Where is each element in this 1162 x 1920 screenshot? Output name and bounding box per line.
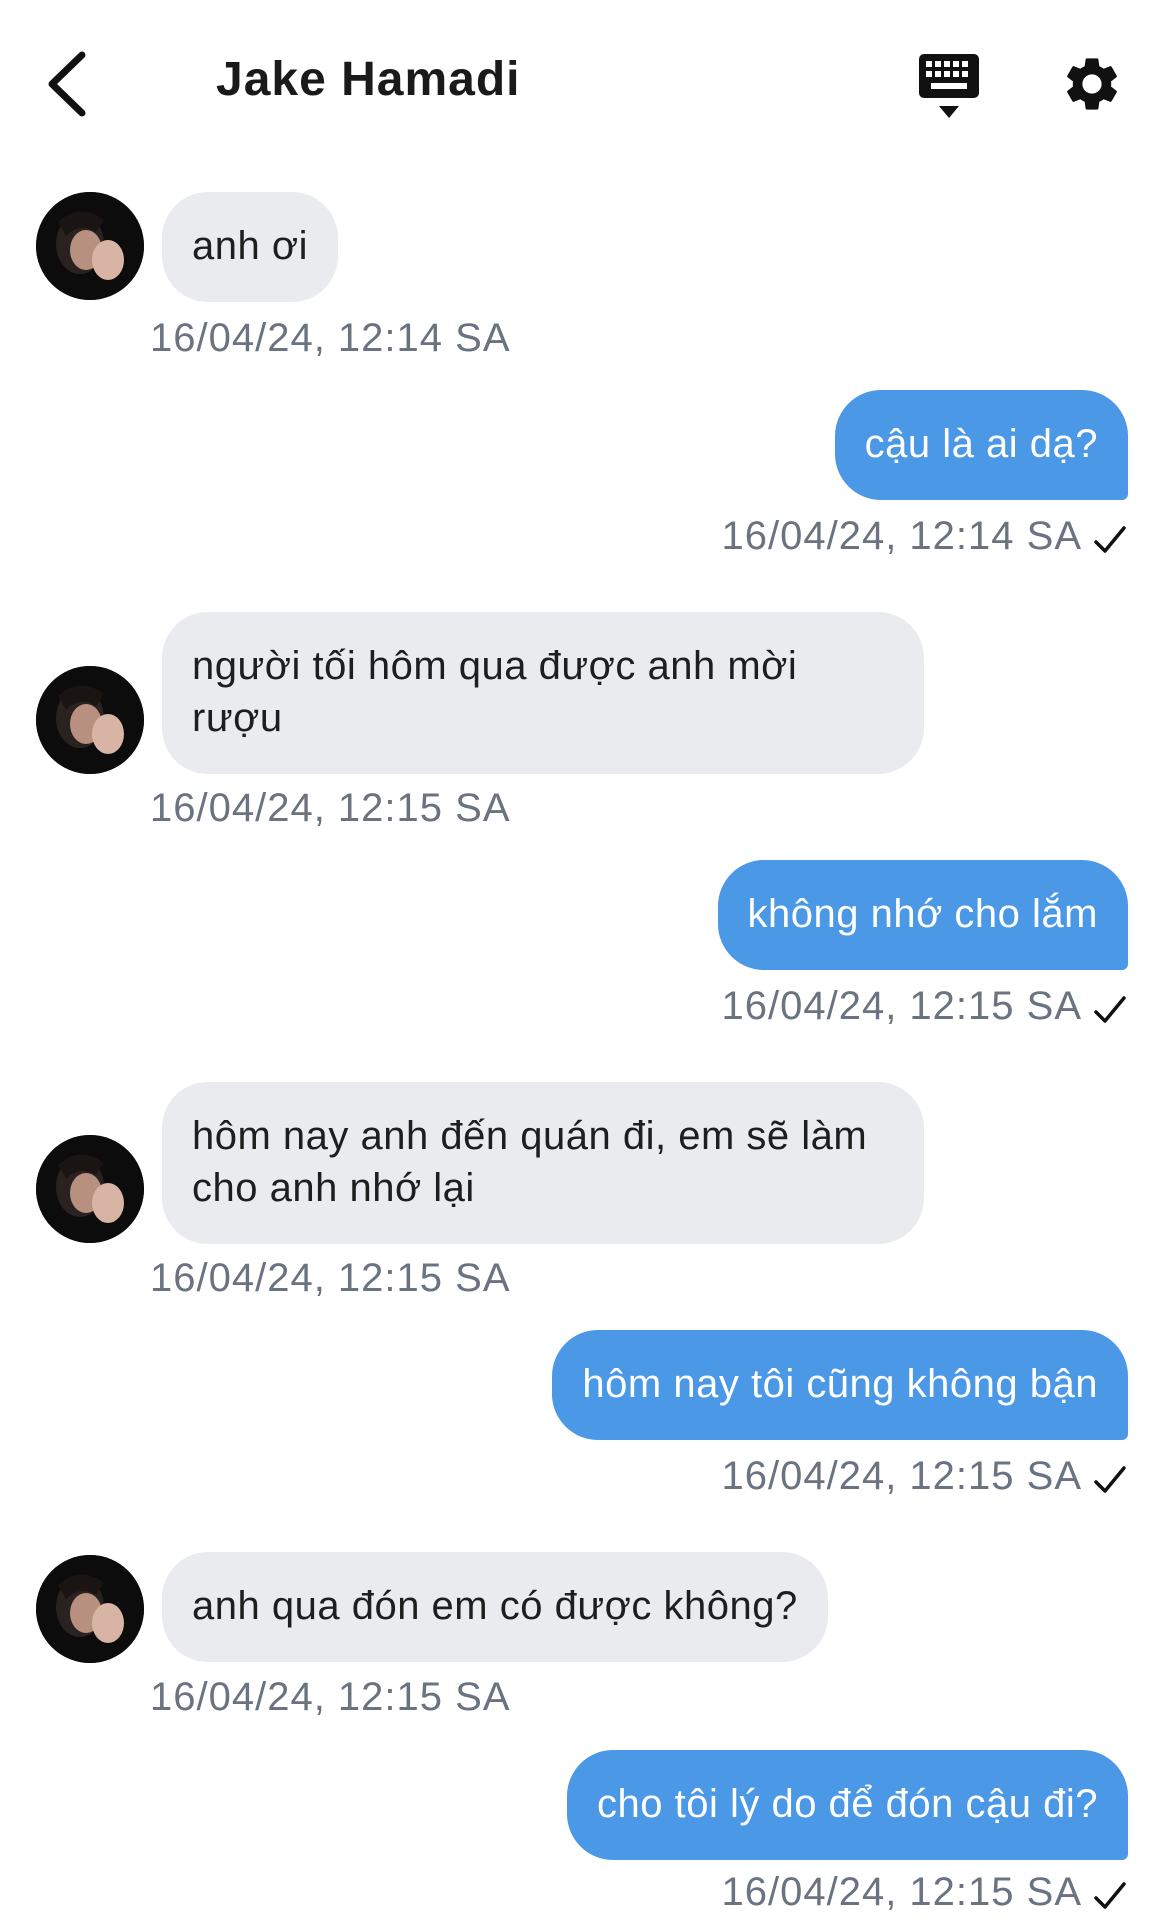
message-bubble-incoming[interactable]: anh ơi <box>162 192 338 302</box>
message-bubble-outgoing[interactable]: cho tôi lý do để đón cậu đi? <box>566 1750 1128 1860</box>
checkmark-icon <box>1094 1882 1126 1909</box>
message-timestamp: 16/04/24, 12:15 SA <box>150 786 511 830</box>
message-bubble-outgoing[interactable]: không nhớ cho lắm <box>717 860 1128 970</box>
message-timestamp: 16/04/24, 12:15 SA <box>721 1870 1082 1914</box>
message-timestamp: 16/04/24, 12:15 SA <box>150 1256 511 1300</box>
back-button[interactable] <box>36 46 96 122</box>
checkmark-icon <box>1094 526 1126 553</box>
gear-icon <box>1067 58 1117 110</box>
settings-button[interactable] <box>1060 52 1124 116</box>
contact-name: Jake Hamadi <box>216 53 521 106</box>
avatar[interactable] <box>36 192 144 300</box>
checkmark-icon <box>1094 1466 1126 1493</box>
chat-header: Jake Hamadi <box>0 0 1162 170</box>
message-timestamp: 16/04/24, 12:14 SA <box>150 316 511 360</box>
avatar-photo-icon <box>36 1555 144 1663</box>
message-timestamp: 16/04/24, 12:14 SA <box>721 514 1082 558</box>
keyboard-button[interactable] <box>917 52 981 122</box>
avatar-photo-icon <box>36 1135 144 1243</box>
message-timestamp: 16/04/24, 12:15 SA <box>150 1675 511 1719</box>
avatar-photo-icon <box>36 666 144 774</box>
message-bubble-incoming[interactable]: anh qua đón em có được không? <box>162 1552 828 1662</box>
keyboard-icon <box>919 54 979 118</box>
message-bubble-incoming[interactable]: hôm nay anh đến quán đi, em sẽ làm cho a… <box>162 1082 924 1244</box>
message-timestamp: 16/04/24, 12:15 SA <box>721 1454 1082 1498</box>
message-timestamp: 16/04/24, 12:15 SA <box>721 984 1082 1028</box>
checkmark-icon <box>1094 996 1126 1023</box>
message-bubble-outgoing[interactable]: hôm nay tôi cũng không bận <box>552 1330 1128 1440</box>
message-bubble-outgoing[interactable]: cậu là ai dạ? <box>834 390 1128 500</box>
message-bubble-incoming[interactable]: người tối hôm qua được anh mời rượu <box>162 612 924 774</box>
chevron-left-icon <box>48 51 86 117</box>
avatar[interactable] <box>36 1135 144 1243</box>
avatar-photo-icon <box>36 192 144 300</box>
avatar[interactable] <box>36 666 144 774</box>
avatar[interactable] <box>36 1555 144 1663</box>
